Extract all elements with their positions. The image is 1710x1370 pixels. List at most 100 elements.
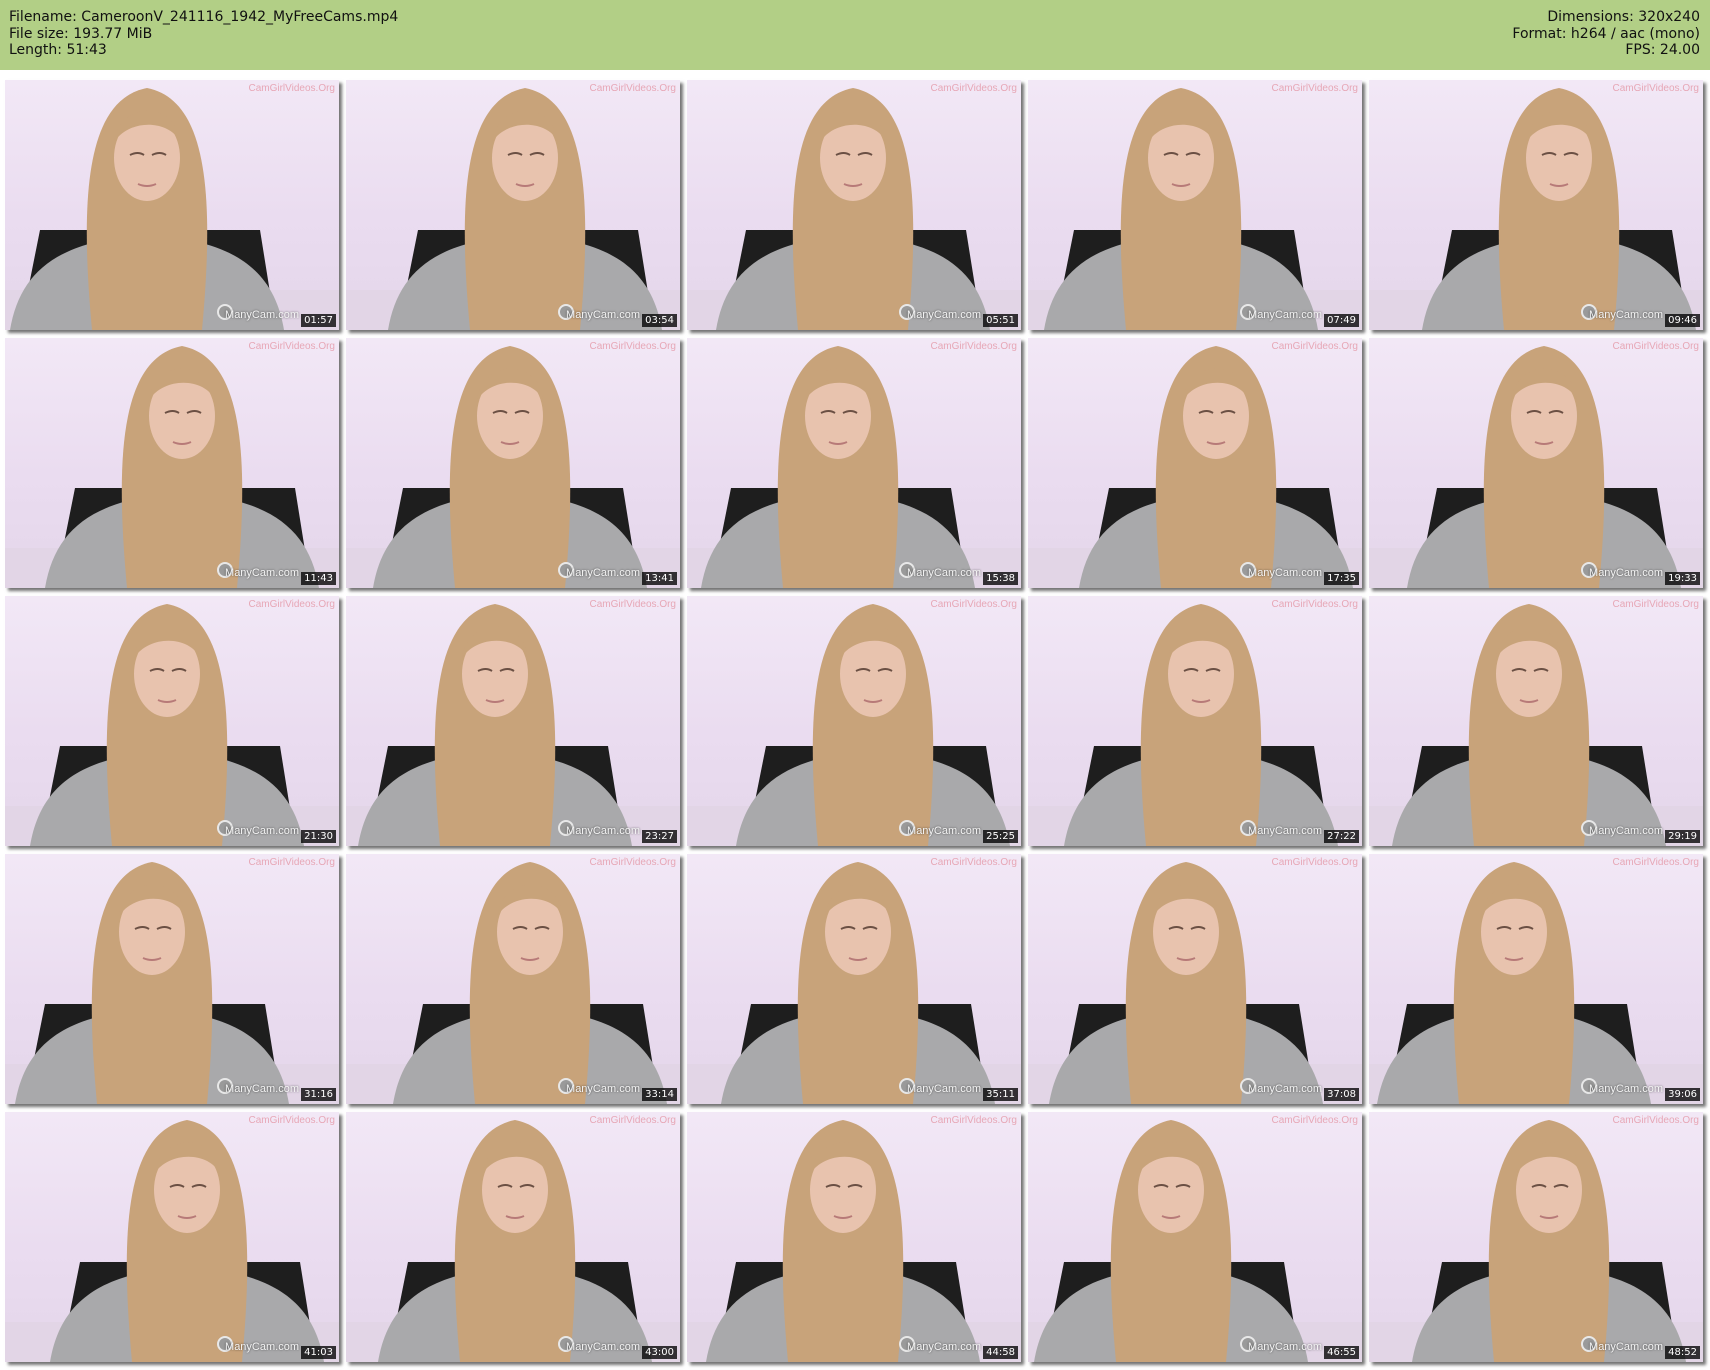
timestamp-label: 35:11 bbox=[983, 1088, 1018, 1101]
watermark-top: CamGirlVideos.Org bbox=[248, 599, 335, 610]
timestamp-label: 48:52 bbox=[1665, 1346, 1700, 1359]
timestamp-label: 19:33 bbox=[1665, 572, 1700, 585]
scene-illustration bbox=[5, 346, 339, 588]
watermark-bottom: ManyCam.com bbox=[566, 825, 640, 837]
watermark-top: CamGirlVideos.Org bbox=[589, 857, 676, 868]
video-thumbnail[interactable]: CamGirlVideos.Org ManyCam.com 05:51 bbox=[687, 80, 1021, 330]
video-thumbnail[interactable]: CamGirlVideos.Org ManyCam.com 33:14 bbox=[346, 854, 680, 1104]
watermark-top: CamGirlVideos.Org bbox=[930, 341, 1017, 352]
timestamp-label: 03:54 bbox=[642, 314, 677, 327]
video-thumbnail[interactable]: CamGirlVideos.Org ManyCam.com 17:35 bbox=[1028, 338, 1362, 588]
video-thumbnail[interactable]: CamGirlVideos.Org ManyCam.com 07:49 bbox=[1028, 80, 1362, 330]
watermark-bottom: ManyCam.com bbox=[225, 309, 299, 321]
timestamp-label: 37:08 bbox=[1324, 1088, 1359, 1101]
video-thumbnail[interactable]: CamGirlVideos.Org ManyCam.com 48:52 bbox=[1369, 1112, 1703, 1362]
video-thumbnail[interactable]: CamGirlVideos.Org ManyCam.com 03:54 bbox=[346, 80, 680, 330]
scene-illustration bbox=[1028, 862, 1362, 1104]
watermark-top: CamGirlVideos.Org bbox=[1271, 599, 1358, 610]
scene-illustration bbox=[1028, 88, 1362, 330]
video-thumbnail[interactable]: CamGirlVideos.Org ManyCam.com 11:43 bbox=[5, 338, 339, 588]
timestamp-label: 46:55 bbox=[1324, 1346, 1359, 1359]
watermark-top: CamGirlVideos.Org bbox=[1271, 341, 1358, 352]
scene-illustration bbox=[687, 862, 1021, 1104]
timestamp-label: 09:46 bbox=[1665, 314, 1700, 327]
watermark-top: CamGirlVideos.Org bbox=[1612, 1115, 1699, 1126]
scene-illustration bbox=[5, 1120, 339, 1362]
video-thumbnail[interactable]: CamGirlVideos.Org ManyCam.com 27:22 bbox=[1028, 596, 1362, 846]
file-info: Filename: CameroonV_241116_1942_MyFreeCa… bbox=[9, 9, 398, 59]
timestamp-label: 05:51 bbox=[983, 314, 1018, 327]
watermark-bottom: ManyCam.com bbox=[225, 567, 299, 579]
watermark-top: CamGirlVideos.Org bbox=[930, 83, 1017, 94]
video-thumbnail[interactable]: CamGirlVideos.Org ManyCam.com 39:06 bbox=[1369, 854, 1703, 1104]
watermark-top: CamGirlVideos.Org bbox=[1612, 341, 1699, 352]
scene-illustration bbox=[5, 88, 339, 330]
timestamp-label: 27:22 bbox=[1324, 830, 1359, 843]
scene-illustration bbox=[346, 88, 680, 330]
watermark-top: CamGirlVideos.Org bbox=[1271, 83, 1358, 94]
video-thumbnail[interactable]: CamGirlVideos.Org ManyCam.com 43:00 bbox=[346, 1112, 680, 1362]
timestamp-label: 07:49 bbox=[1324, 314, 1359, 327]
video-thumbnail[interactable]: CamGirlVideos.Org ManyCam.com 41:03 bbox=[5, 1112, 339, 1362]
watermark-top: CamGirlVideos.Org bbox=[1271, 857, 1358, 868]
watermark-top: CamGirlVideos.Org bbox=[248, 1115, 335, 1126]
timestamp-label: 21:30 bbox=[301, 830, 336, 843]
watermark-top: CamGirlVideos.Org bbox=[248, 341, 335, 352]
timestamp-label: 33:14 bbox=[642, 1088, 677, 1101]
watermark-bottom: ManyCam.com bbox=[907, 1341, 981, 1353]
video-thumbnail[interactable]: CamGirlVideos.Org ManyCam.com 09:46 bbox=[1369, 80, 1703, 330]
video-thumbnail[interactable]: CamGirlVideos.Org ManyCam.com 25:25 bbox=[687, 596, 1021, 846]
timestamp-label: 44:58 bbox=[983, 1346, 1018, 1359]
video-thumbnail[interactable]: CamGirlVideos.Org ManyCam.com 44:58 bbox=[687, 1112, 1021, 1362]
watermark-bottom: ManyCam.com bbox=[907, 825, 981, 837]
video-thumbnail[interactable]: CamGirlVideos.Org ManyCam.com 15:38 bbox=[687, 338, 1021, 588]
video-thumbnail[interactable]: CamGirlVideos.Org ManyCam.com 13:41 bbox=[346, 338, 680, 588]
watermark-bottom: ManyCam.com bbox=[907, 567, 981, 579]
watermark-bottom: ManyCam.com bbox=[566, 1341, 640, 1353]
watermark-top: CamGirlVideos.Org bbox=[589, 1115, 676, 1126]
scene-illustration bbox=[687, 88, 1021, 330]
watermark-bottom: ManyCam.com bbox=[225, 1083, 299, 1095]
video-thumbnail[interactable]: CamGirlVideos.Org ManyCam.com 01:57 bbox=[5, 80, 339, 330]
timestamp-label: 31:16 bbox=[301, 1088, 336, 1101]
watermark-top: CamGirlVideos.Org bbox=[589, 341, 676, 352]
watermark-bottom: ManyCam.com bbox=[1589, 1083, 1663, 1095]
video-thumbnail[interactable]: CamGirlVideos.Org ManyCam.com 37:08 bbox=[1028, 854, 1362, 1104]
scene-illustration bbox=[346, 604, 680, 846]
video-thumbnail[interactable]: CamGirlVideos.Org ManyCam.com 35:11 bbox=[687, 854, 1021, 1104]
watermark-top: CamGirlVideos.Org bbox=[1612, 599, 1699, 610]
watermark-top: CamGirlVideos.Org bbox=[248, 857, 335, 868]
scene-illustration bbox=[1369, 862, 1703, 1104]
scene-illustration bbox=[1028, 346, 1362, 588]
video-thumbnail[interactable]: CamGirlVideos.Org ManyCam.com 46:55 bbox=[1028, 1112, 1362, 1362]
scene-illustration bbox=[1369, 88, 1703, 330]
scene-illustration bbox=[346, 862, 680, 1104]
format-text: Format: h264 / aac (mono) bbox=[1512, 25, 1700, 42]
video-thumbnail[interactable]: CamGirlVideos.Org ManyCam.com 23:27 bbox=[346, 596, 680, 846]
watermark-top: CamGirlVideos.Org bbox=[248, 83, 335, 94]
length-text: Length: 51:43 bbox=[9, 42, 107, 58]
watermark-top: CamGirlVideos.Org bbox=[1612, 83, 1699, 94]
video-thumbnail[interactable]: CamGirlVideos.Org ManyCam.com 19:33 bbox=[1369, 338, 1703, 588]
watermark-bottom: ManyCam.com bbox=[1248, 309, 1322, 321]
scene-illustration bbox=[1369, 346, 1703, 588]
video-thumbnail[interactable]: CamGirlVideos.Org ManyCam.com 31:16 bbox=[5, 854, 339, 1104]
timestamp-label: 23:27 bbox=[642, 830, 677, 843]
filename-text: Filename: CameroonV_241116_1942_MyFreeCa… bbox=[9, 9, 399, 25]
timestamp-label: 39:06 bbox=[1665, 1088, 1700, 1101]
watermark-top: CamGirlVideos.Org bbox=[930, 857, 1017, 868]
filesize-text: File size: 193.77 MiB bbox=[9, 25, 153, 42]
timestamp-label: 15:38 bbox=[983, 572, 1018, 585]
scene-illustration bbox=[687, 604, 1021, 846]
watermark-bottom: ManyCam.com bbox=[907, 1083, 981, 1095]
scene-illustration bbox=[687, 1120, 1021, 1362]
watermark-top: CamGirlVideos.Org bbox=[930, 599, 1017, 610]
video-thumbnail[interactable]: CamGirlVideos.Org ManyCam.com 29:19 bbox=[1369, 596, 1703, 846]
watermark-bottom: ManyCam.com bbox=[225, 825, 299, 837]
video-thumbnail[interactable]: CamGirlVideos.Org ManyCam.com 21:30 bbox=[5, 596, 339, 846]
watermark-bottom: ManyCam.com bbox=[225, 1341, 299, 1353]
watermark-bottom: ManyCam.com bbox=[566, 1083, 640, 1095]
watermark-bottom: ManyCam.com bbox=[1589, 567, 1663, 579]
watermark-top: CamGirlVideos.Org bbox=[589, 83, 676, 94]
stream-info: Dimensions: 320x240 Format: h264 / aac (… bbox=[1512, 9, 1700, 59]
